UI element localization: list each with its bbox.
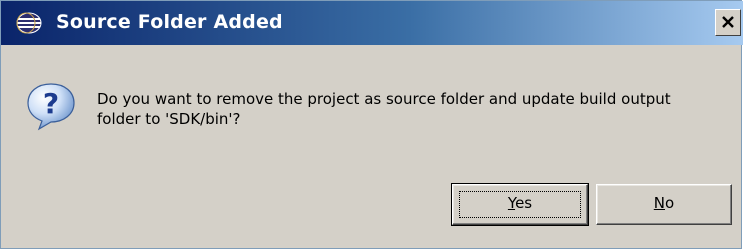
- close-button[interactable]: [715, 9, 741, 36]
- svg-text:?: ?: [43, 87, 59, 120]
- no-label-rest: o: [665, 194, 675, 212]
- window-title: Source Folder Added: [56, 11, 283, 33]
- message-line-2: folder to 'SDK/bin'?: [97, 110, 241, 128]
- message-text: Do you want to remove the project as sou…: [97, 89, 717, 129]
- no-button[interactable]: No: [596, 184, 732, 225]
- title-bar[interactable]: Source Folder Added: [1, 1, 743, 45]
- focus-ring: [459, 191, 581, 218]
- yes-button[interactable]: Yes: [451, 183, 589, 226]
- eclipse-icon: [15, 11, 43, 35]
- no-mnemonic: N: [653, 194, 666, 212]
- question-icon: ?: [25, 81, 77, 131]
- message-line-1: Do you want to remove the project as sou…: [97, 90, 671, 108]
- dialog-window: Source Folder Added ? Do you want to rem…: [0, 0, 743, 249]
